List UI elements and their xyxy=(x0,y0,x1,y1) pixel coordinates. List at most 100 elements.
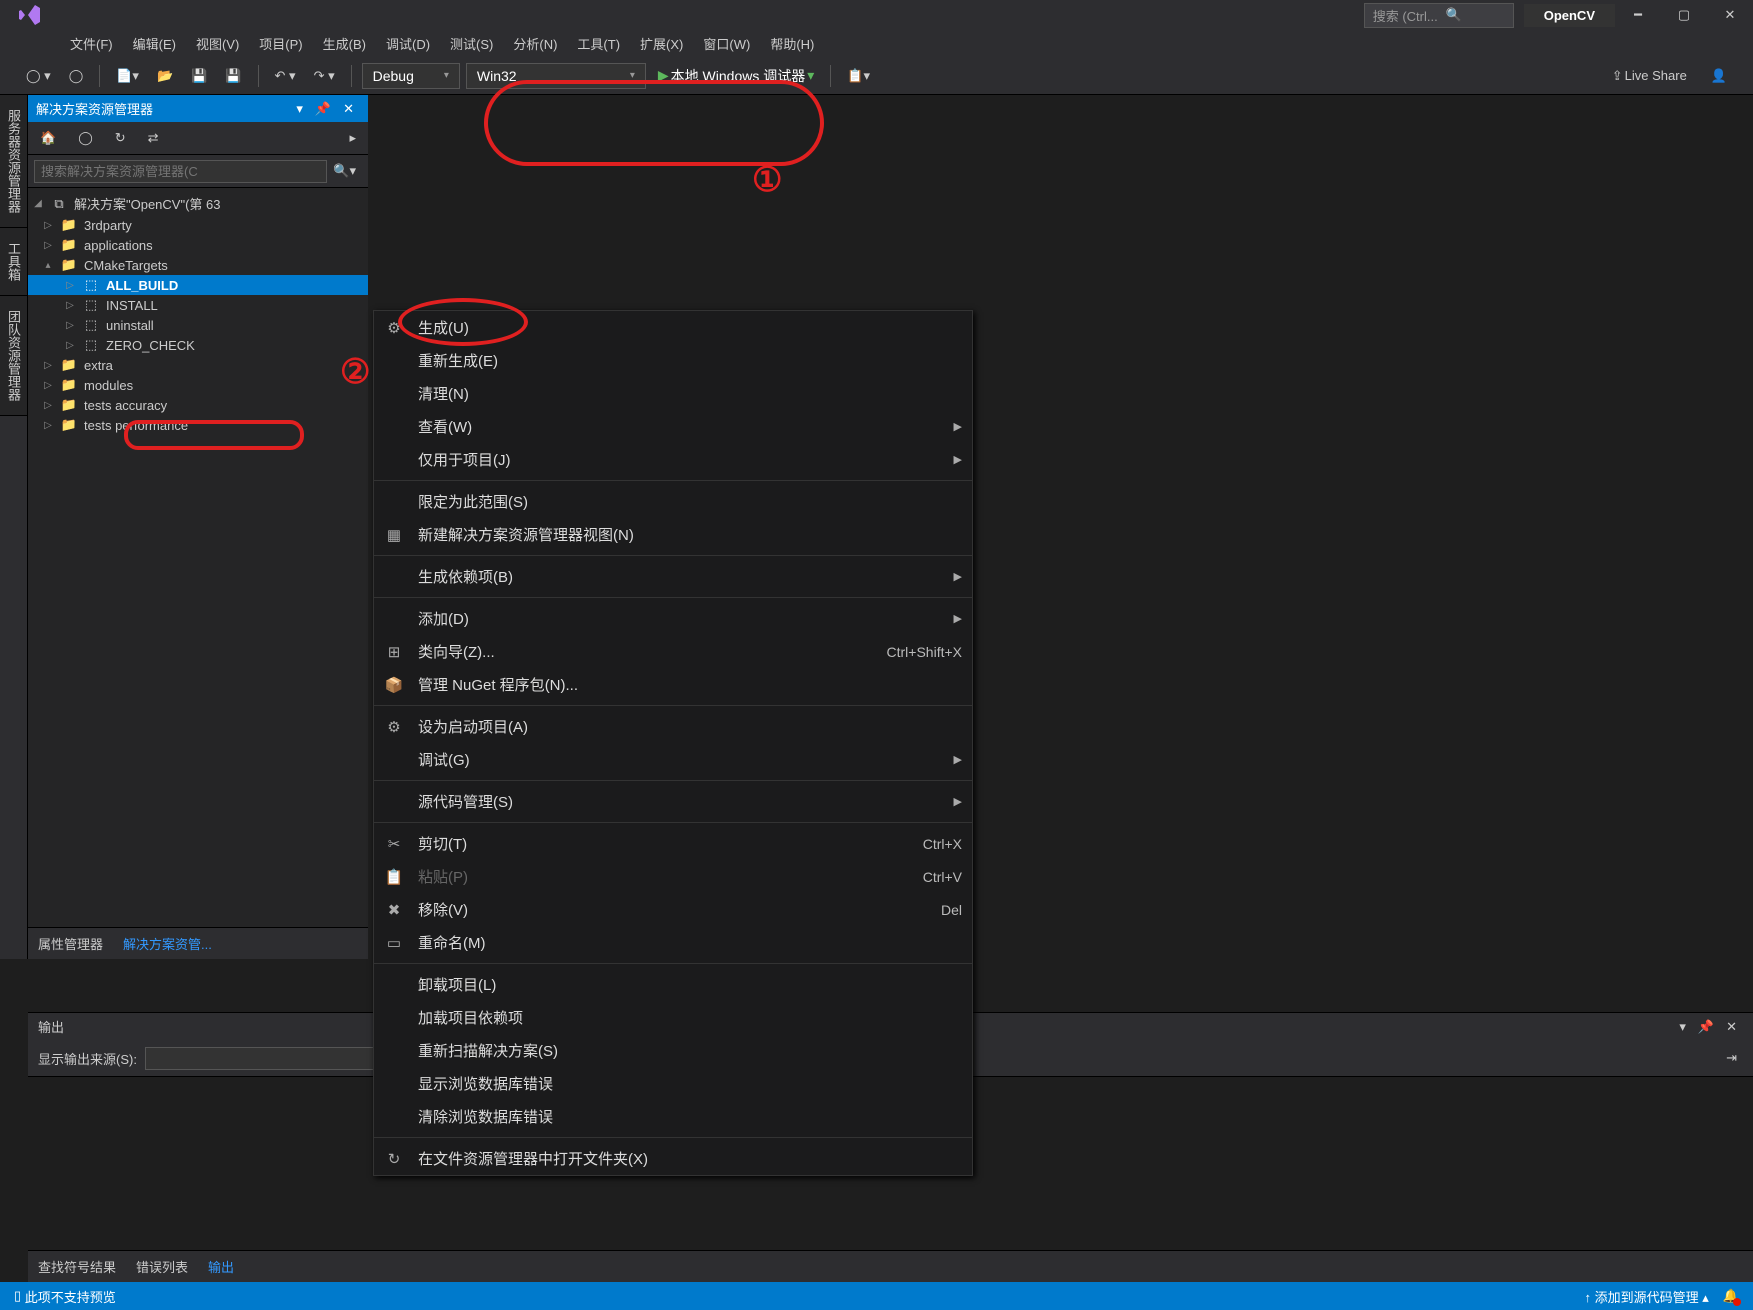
redo-button[interactable]: ↷ ▾ xyxy=(308,64,341,88)
platform-dropdown[interactable]: Win32▾ xyxy=(466,63,646,89)
rename-icon: ▭ xyxy=(384,934,404,952)
se-more-icon[interactable]: ▸ xyxy=(343,126,362,150)
maximize-button[interactable]: ▢ xyxy=(1661,0,1707,30)
pin-icon[interactable]: 📌 xyxy=(309,101,337,117)
config-dropdown[interactable]: Debug▾ xyxy=(362,63,460,89)
tree-node[interactable]: ▷📁3rdparty xyxy=(28,215,368,235)
panel-dropdown-icon[interactable]: ▾ xyxy=(290,101,309,117)
live-share-button[interactable]: ⇪ Live Share xyxy=(1606,64,1693,88)
start-debug-button[interactable]: ▶ 本地 Windows 调试器 ▾ xyxy=(652,62,820,90)
gear-icon: ⚙ xyxy=(384,718,404,736)
menu-item[interactable]: 生成(B) xyxy=(313,30,376,57)
search-options-icon[interactable]: 🔍▾ xyxy=(327,159,362,183)
panel-tab[interactable]: 解决方案资管... xyxy=(113,928,222,959)
menu-item[interactable]: 文件(F) xyxy=(60,30,123,57)
output-tab[interactable]: 错误列表 xyxy=(126,1251,198,1282)
account-icon[interactable]: 👤 xyxy=(1705,64,1733,88)
menu-item[interactable]: 测试(S) xyxy=(440,30,503,57)
close-button[interactable]: ✕ xyxy=(1707,0,1753,30)
sidebar-tab[interactable]: 团队资源管理器 xyxy=(0,296,27,416)
menu-item[interactable]: 扩展(X) xyxy=(630,30,693,57)
se-button-2[interactable]: ◯ xyxy=(72,126,99,150)
tree-node[interactable]: ▷📁applications xyxy=(28,235,368,255)
toolbar-extra-button[interactable]: 📋▾ xyxy=(841,64,876,88)
nuget-icon: 📦 xyxy=(384,676,404,694)
menu-item[interactable]: 分析(N) xyxy=(503,30,567,57)
folder-icon: 📁 xyxy=(60,217,78,233)
solution-search-input[interactable] xyxy=(34,160,327,183)
context-menu-item[interactable]: 📦管理 NuGet 程序包(N)... xyxy=(374,668,972,701)
new-button[interactable]: 📄▾ xyxy=(110,64,145,88)
context-menu-item[interactable]: 仅用于项目(J)▶ xyxy=(374,443,972,476)
sync-icon[interactable]: ⇄ xyxy=(142,126,165,150)
context-menu-item[interactable]: 清理(N) xyxy=(374,377,972,410)
context-menu-item[interactable]: 加载项目依赖项 xyxy=(374,1001,972,1034)
tree-node[interactable]: ▴📁CMakeTargets xyxy=(28,255,368,275)
tree-node[interactable]: ▷⬚ZERO_CHECK xyxy=(28,335,368,355)
nav-back-button[interactable]: ◯ ▾ xyxy=(20,64,57,88)
context-menu-item[interactable]: ↻在文件资源管理器中打开文件夹(X) xyxy=(374,1142,972,1175)
panel-dropdown-icon[interactable]: ▾ xyxy=(1673,1019,1692,1035)
tree-node[interactable]: ▷📁tests accuracy xyxy=(28,395,368,415)
context-menu-item[interactable]: 显示浏览数据库错误 xyxy=(374,1067,972,1100)
pin-icon[interactable]: 📌 xyxy=(1692,1019,1720,1035)
context-menu-item[interactable]: ⚙生成(U) xyxy=(374,311,972,344)
solution-name-label: OpenCV xyxy=(1524,4,1615,27)
output-wrap-icon[interactable]: ⇥ xyxy=(1720,1046,1743,1070)
menu-item[interactable]: 窗口(W) xyxy=(693,30,760,57)
context-menu-item[interactable]: 调试(G)▶ xyxy=(374,743,972,776)
context-menu-item[interactable]: 限定为此范围(S) xyxy=(374,485,972,518)
nav-fwd-button[interactable]: ◯ xyxy=(63,64,90,88)
solution-explorer-header[interactable]: 解决方案资源管理器 ▾ 📌 ✕ xyxy=(28,95,368,122)
refresh-icon[interactable]: ↻ xyxy=(109,126,132,150)
output-source-label: 显示输出来源(S): xyxy=(38,1049,137,1068)
context-menu-item[interactable]: 卸载项目(L) xyxy=(374,968,972,1001)
menu-item[interactable]: 调试(D) xyxy=(376,30,440,57)
context-menu-item[interactable]: 重新生成(E) xyxy=(374,344,972,377)
panel-close-icon[interactable]: ✕ xyxy=(1720,1019,1743,1035)
context-menu-item[interactable]: ✂剪切(T)Ctrl+X xyxy=(374,827,972,860)
context-menu-item[interactable]: 查看(W)▶ xyxy=(374,410,972,443)
home-icon[interactable]: 🏠 xyxy=(34,126,62,150)
context-menu-item[interactable]: ⊞类向导(Z)...Ctrl+Shift+X xyxy=(374,635,972,668)
output-tab[interactable]: 输出 xyxy=(198,1251,244,1282)
save-all-button[interactable]: 💾 xyxy=(219,64,247,88)
tree-node[interactable]: ▷⬚INSTALL xyxy=(28,295,368,315)
tree-node[interactable]: ▷⬚uninstall xyxy=(28,315,368,335)
sidebar-tab[interactable]: 服务器资源管理器 xyxy=(0,95,27,228)
menu-item[interactable]: 视图(V) xyxy=(186,30,249,57)
menu-item[interactable]: 帮助(H) xyxy=(760,30,824,57)
cut-icon: ✂ xyxy=(384,835,404,853)
scm-add-button[interactable]: ↑ 添加到源代码管理 ▴ xyxy=(1585,1287,1709,1306)
solution-node[interactable]: ◢ ⧉ 解决方案"OpenCV"(第 63 xyxy=(28,192,368,215)
context-menu-item[interactable]: 生成依赖项(B)▶ xyxy=(374,560,972,593)
menu-item[interactable]: 工具(T) xyxy=(567,30,630,57)
panel-tab[interactable]: 属性管理器 xyxy=(28,928,113,959)
notifications-icon[interactable]: 🔔 xyxy=(1723,1288,1739,1304)
title-search-input[interactable]: 搜索 (Ctrl... 🔍 xyxy=(1364,3,1514,28)
context-menu-item[interactable]: ⚙设为启动项目(A) xyxy=(374,710,972,743)
status-bar: ▯ 此项不支持预览 ↑ 添加到源代码管理 ▴ 🔔 xyxy=(0,1282,1753,1310)
context-menu-item[interactable]: 清除浏览数据库错误 xyxy=(374,1100,972,1133)
output-tab[interactable]: 查找符号结果 xyxy=(28,1251,126,1282)
tree-node[interactable]: ▷⬚ALL_BUILD xyxy=(28,275,368,295)
folder-icon: 📁 xyxy=(60,257,78,273)
minimize-button[interactable]: ━ xyxy=(1615,0,1661,30)
context-menu-item[interactable]: ▦新建解决方案资源管理器视图(N) xyxy=(374,518,972,551)
sidebar-tab[interactable]: 工具箱 xyxy=(0,228,27,296)
tree-node[interactable]: ▷📁modules xyxy=(28,375,368,395)
context-menu-item[interactable]: ▭重命名(M) xyxy=(374,926,972,959)
undo-button[interactable]: ↶ ▾ xyxy=(269,64,302,88)
context-menu-item[interactable]: 重新扫描解决方案(S) xyxy=(374,1034,972,1067)
panel-close-icon[interactable]: ✕ xyxy=(337,101,360,117)
remove-icon: ✖ xyxy=(384,901,404,919)
menu-item[interactable]: 项目(P) xyxy=(249,30,312,57)
tree-node[interactable]: ▷📁tests performance xyxy=(28,415,368,435)
context-menu-item[interactable]: 源代码管理(S)▶ xyxy=(374,785,972,818)
menu-item[interactable]: 编辑(E) xyxy=(123,30,186,57)
context-menu-item[interactable]: 添加(D)▶ xyxy=(374,602,972,635)
tree-node[interactable]: ▷📁extra xyxy=(28,355,368,375)
context-menu-item[interactable]: ✖移除(V)Del xyxy=(374,893,972,926)
open-button[interactable]: 📂 xyxy=(151,64,179,88)
save-button[interactable]: 💾 xyxy=(185,64,213,88)
